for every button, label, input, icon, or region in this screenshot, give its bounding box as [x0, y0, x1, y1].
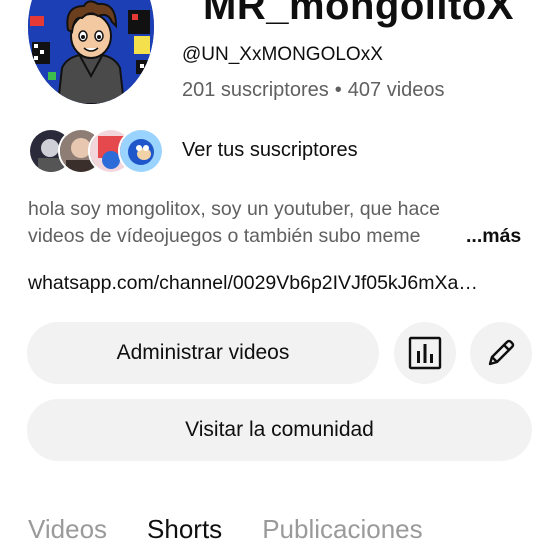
channel-page: MR_mongolitoX @UN_XxMONGOLOxX 201 suscri…	[0, 0, 560, 560]
pencil-icon	[488, 339, 515, 366]
channel-tabs: Videos Shorts Publicaciones	[28, 514, 463, 545]
channel-stats: 201 suscriptores • 407 videos	[182, 79, 445, 102]
visit-community-button[interactable]: Visitar la comunidad	[27, 399, 532, 461]
channel-description[interactable]: hola soy mongolitox, soy un youtuber, qu…	[28, 196, 528, 250]
analytics-icon	[408, 336, 442, 370]
manage-videos-button[interactable]: Administrar videos	[27, 322, 379, 384]
channel-handle: @UN_XxMONGOLOxX	[182, 44, 383, 65]
video-count: 407 videos	[347, 79, 445, 101]
channel-name: MR_mongolitoX	[203, 0, 514, 28]
stats-separator: •	[334, 79, 342, 101]
subscriber-count: 201 suscriptores	[182, 79, 329, 101]
view-subscribers-link[interactable]: Ver tus suscriptores	[182, 139, 358, 162]
cartoon-avatar-image	[28, 0, 154, 104]
subscriber-avatars[interactable]	[28, 128, 168, 174]
description-line: videos de vídeojuegos o también subo mem…	[28, 223, 468, 250]
analytics-button[interactable]	[394, 322, 456, 384]
subscriber-avatar	[118, 128, 164, 174]
channel-avatar[interactable]	[28, 0, 154, 104]
tab-publicaciones[interactable]: Publicaciones	[262, 514, 422, 545]
tab-videos[interactable]: Videos	[28, 514, 107, 545]
more-link[interactable]: ...más	[466, 223, 521, 250]
edit-channel-button[interactable]	[470, 322, 532, 384]
tab-shorts[interactable]: Shorts	[147, 514, 222, 545]
description-line: hola soy mongolitox, soy un youtuber, qu…	[28, 198, 440, 220]
external-link[interactable]: whatsapp.com/channel/0029Vb6p2IVJf05kJ6m…	[28, 272, 528, 295]
